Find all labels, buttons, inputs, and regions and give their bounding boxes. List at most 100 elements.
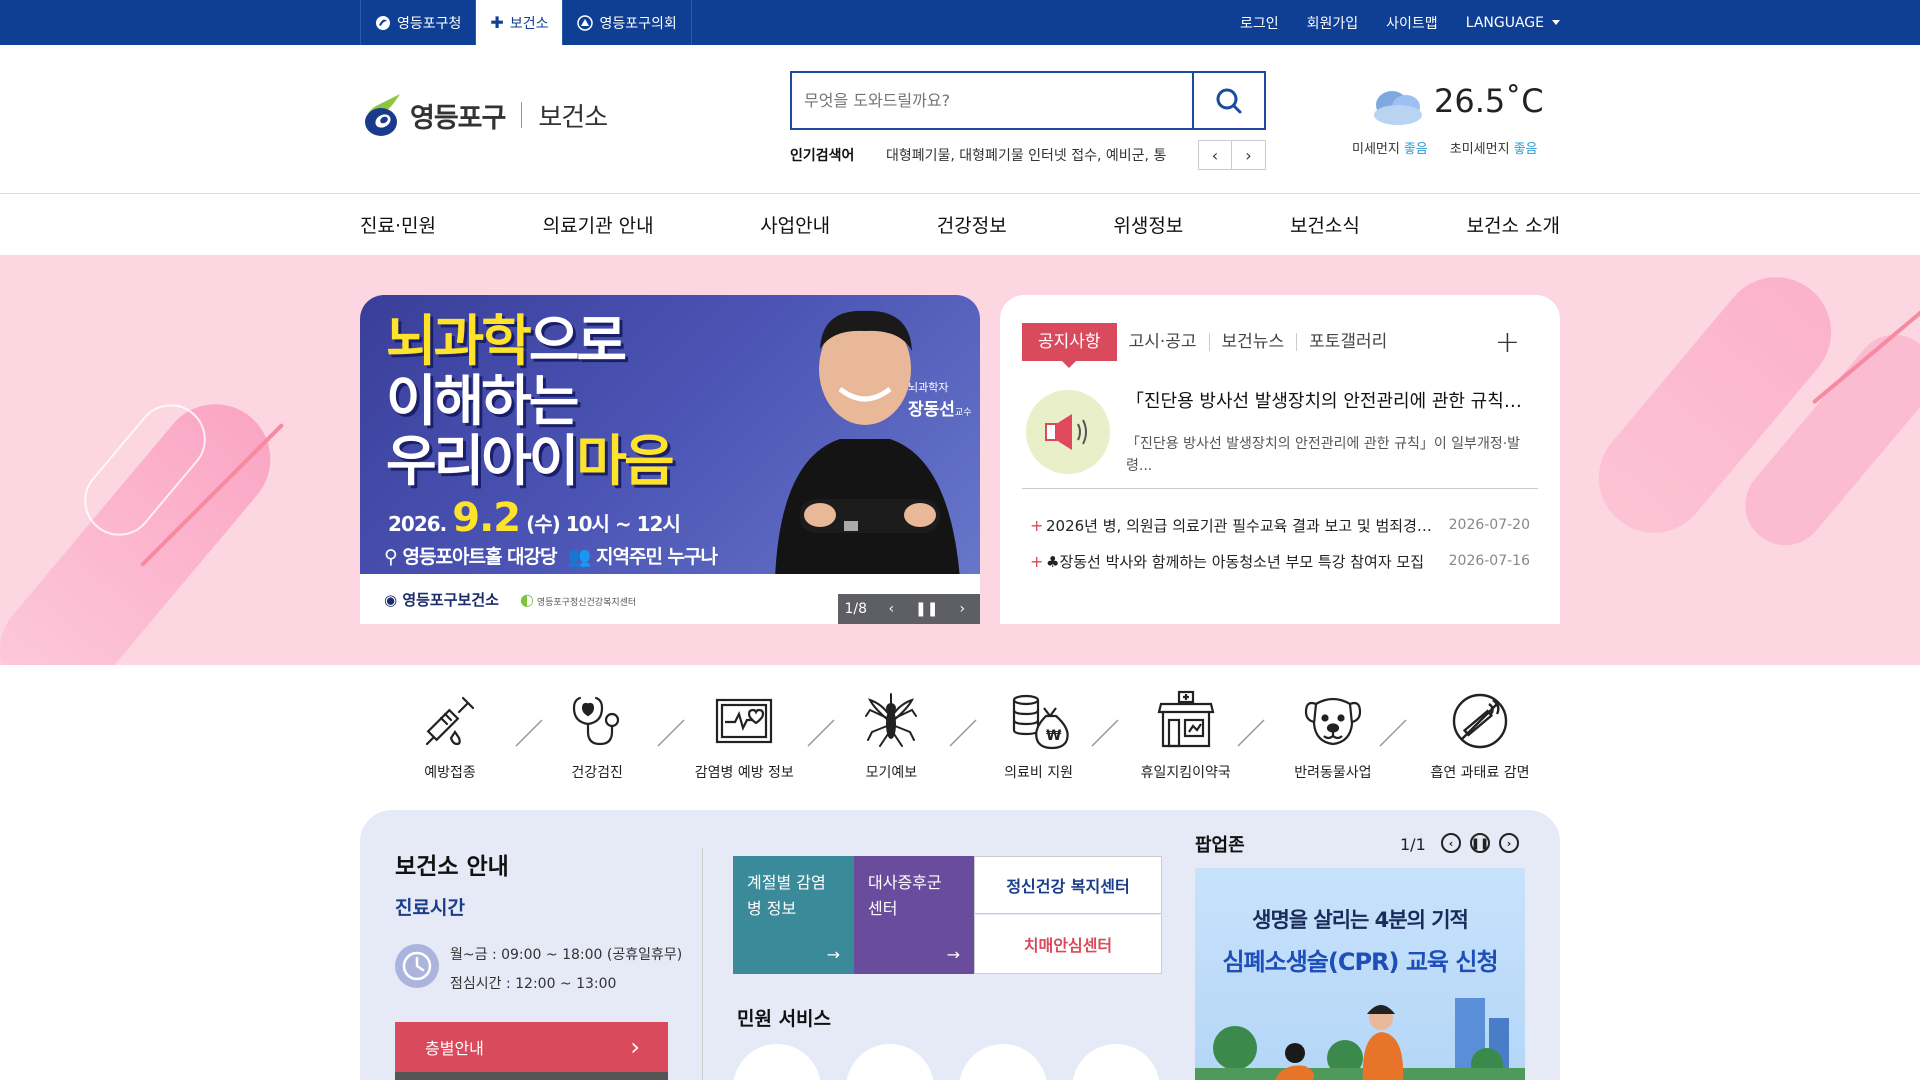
popup-pause-button[interactable]: ❚❚	[1470, 833, 1490, 853]
tile-label: 대사증후군 센터	[868, 873, 942, 918]
search-input[interactable]	[792, 73, 1192, 128]
quick-label: 모기예보	[865, 765, 918, 781]
banner-title-highlight: 마음	[576, 429, 674, 493]
nav-item-programs[interactable]: 사업안내	[760, 211, 830, 238]
tab-announcement[interactable]: 고시·공고	[1117, 333, 1209, 351]
syringe-icon	[425, 696, 475, 746]
arrow-right-icon: →	[946, 945, 960, 964]
tile-mental-health-center[interactable]: 정신건강 복지센터	[974, 856, 1162, 914]
site-link-council[interactable]: 영등포구의회	[562, 0, 692, 45]
tile-metabolic-center[interactable]: 대사증후군 센터 →	[854, 856, 974, 974]
hours-lunch: 점심시간 : 12:00 ~ 13:00	[450, 976, 617, 992]
notice-item-title: ♣장동선 박사와 함께하는 아동청소년 부모 특강 참여자 모집	[1046, 552, 1425, 571]
notice-item-title: 2026년 병, 의원급 의료기관 필수교육 결과 보고 및 범죄경력 조회	[1046, 516, 1449, 535]
people-icon: 👥	[567, 546, 592, 568]
pause-icon: ❚❚	[915, 601, 939, 617]
list-item[interactable]: + ♣장동선 박사와 함께하는 아동청소년 부모 특강 참여자 모집 2026-…	[1030, 543, 1530, 579]
top-bar: 영등포구청 ✚ 보건소 영등포구의회 로그인 회원가입 사이트맵 LANGUAG…	[0, 0, 1920, 45]
secondary-button-edge[interactable]	[395, 1072, 668, 1080]
banner-org-health-center: ◉ 영등포구보건소	[384, 589, 499, 610]
quick-label: 예방접종	[424, 765, 476, 781]
keyword-next-button[interactable]: ›	[1232, 140, 1266, 170]
quick-separator	[657, 719, 685, 747]
speaker-suffix: 교수	[954, 408, 972, 418]
tile-dementia-center[interactable]: 치매안심센터	[974, 915, 1162, 974]
popup-prev-button[interactable]: ‹	[1441, 833, 1461, 853]
nav-item-about[interactable]: 보건소 소개	[1467, 211, 1560, 238]
notice-item-date: 2026-07-20	[1448, 517, 1530, 533]
nav-item-clinic[interactable]: 진료·민원	[360, 211, 436, 238]
info-title: 보건소 안내	[395, 854, 509, 880]
popular-keyword-list[interactable]: 대형폐기물, 대형폐기물 인터넷 접수, 예비군, 통	[886, 145, 1198, 165]
banner-date: 2026. 9.2 (수) 10시 ~ 12시	[388, 495, 681, 541]
chevron-left-icon: ‹	[1448, 836, 1454, 850]
language-select[interactable]: LANGUAGE	[1466, 15, 1560, 31]
ultrafine-dust: 초미세먼지 좋음	[1450, 138, 1538, 157]
banner-page-indicator: 1/8	[844, 601, 868, 617]
banner-year: 2026.	[388, 512, 447, 536]
chevron-right-icon: ›	[1245, 145, 1252, 165]
fine-dust-label: 미세먼지	[1352, 142, 1400, 157]
banner-org-mental-health: ◐ 영등포구정신건강복지센터	[520, 590, 636, 609]
site-link-district-office[interactable]: 영등포구청	[360, 0, 475, 45]
main-navigation: 진료·민원 의료기관 안내 사업안내 건강정보 위생정보 보건소식 보건소 소개	[360, 194, 1560, 254]
signup-link[interactable]: 회원가입	[1307, 13, 1359, 33]
no-smoking-icon	[1452, 693, 1508, 749]
cpr-illustration	[1195, 998, 1525, 1080]
site-link-health-center[interactable]: ✚ 보건소	[475, 0, 563, 45]
quick-smoking-fine[interactable]: 흡연 과태료 감면	[1415, 690, 1545, 790]
stethoscope-icon	[573, 696, 620, 746]
pause-icon: ❚❚	[1470, 836, 1490, 850]
login-link[interactable]: 로그인	[1240, 13, 1279, 33]
quick-separator	[1091, 719, 1119, 747]
banner-title: 뇌과학으로 이해하는 우리아이마음	[386, 309, 675, 493]
ultrafine-dust-label: 초미세먼지	[1449, 142, 1510, 157]
sitemap-link[interactable]: 사이트맵	[1386, 13, 1438, 33]
tab-health-news[interactable]: 보건뉴스	[1208, 333, 1297, 351]
quick-separator	[949, 719, 977, 747]
banner-title-highlight: 뇌과학	[386, 309, 532, 373]
nav-item-health-info[interactable]: 건강정보	[937, 211, 1007, 238]
weather-temperature: 26.5˚C	[1434, 82, 1544, 120]
site-label: 영등포구의회	[599, 15, 677, 32]
popup-banner-cpr[interactable]: 생명을 살리는 4분의 기적 심폐소생술(CPR) 교육 신청	[1195, 868, 1525, 1080]
language-label: LANGUAGE	[1465, 14, 1544, 31]
tab-notice[interactable]: 공지사항	[1022, 323, 1117, 368]
main-banner[interactable]: 뇌과학으로 이해하는 우리아이마음 2026. 9.2 (수) 10시 ~ 12…	[360, 295, 980, 624]
quick-holiday-pharmacy[interactable]: 휴일지킴이약국	[1121, 690, 1251, 790]
nav-item-hygiene-info[interactable]: 위생정보	[1113, 211, 1183, 238]
plus-bullet-icon: +	[1030, 551, 1044, 571]
quick-vaccination[interactable]: 예방접종	[385, 690, 515, 790]
logo-name: 영등포구	[410, 102, 506, 134]
tile-seasonal-infection[interactable]: 계절별 감염병 정보 →	[733, 856, 854, 974]
org1-label: 영등포구보건소	[402, 591, 499, 609]
banner-place: ⚲ 영등포아트홀 대강당 👥 지역주민 누구나	[384, 542, 718, 569]
site-logo[interactable]: 영등포구 보건소	[360, 92, 608, 138]
district-logo-icon	[376, 15, 390, 30]
quick-infection-prevention[interactable]: 감염병 예방 정보	[679, 690, 809, 790]
banner-prev-button[interactable]: ‹	[874, 601, 910, 617]
utility-menu: 로그인 회원가입 사이트맵 LANGUAGE	[1240, 0, 1560, 45]
banner-venue: 영등포아트홀 대강당	[402, 546, 558, 568]
nav-item-medical-institutions[interactable]: 의료기관 안내	[543, 211, 654, 238]
tile-label: 치매안심센터	[1023, 936, 1113, 955]
list-item[interactable]: + 2026년 병, 의원급 의료기관 필수교육 결과 보고 및 범죄경력 조회…	[1030, 507, 1530, 543]
featured-notice-title[interactable]: 「진단용 방사선 발생장치의 안전관리에 관한 규칙」 일부개정	[1126, 387, 1538, 413]
quick-separator	[1237, 719, 1265, 747]
popup-next-button[interactable]: ›	[1499, 833, 1519, 853]
banner-next-button[interactable]: ›	[945, 601, 981, 617]
banner-pause-button[interactable]: ❚❚	[909, 601, 945, 617]
keyword-prev-button[interactable]: ‹	[1198, 140, 1232, 170]
floor-guide-button[interactable]: 층별안내 ›	[395, 1022, 668, 1072]
mental-health-logo-icon: ◐	[520, 590, 534, 609]
chevron-left-icon: ‹	[1211, 145, 1219, 165]
nav-item-news[interactable]: 보건소식	[1290, 211, 1360, 238]
more-button[interactable]: +	[1495, 325, 1520, 360]
notice-list: + 2026년 병, 의원급 의료기관 필수교육 결과 보고 및 범죄경력 조회…	[1030, 507, 1530, 579]
search-button[interactable]	[1192, 73, 1264, 128]
quick-health-checkup[interactable]: 건강검진	[532, 690, 662, 790]
quick-mosquito-forecast[interactable]: 모기예보	[826, 690, 956, 790]
quick-medical-expense[interactable]: ₩ 의료비 지원	[974, 690, 1104, 790]
clock-icon	[395, 944, 439, 988]
tab-photo-gallery[interactable]: 포토갤러리	[1296, 333, 1399, 351]
